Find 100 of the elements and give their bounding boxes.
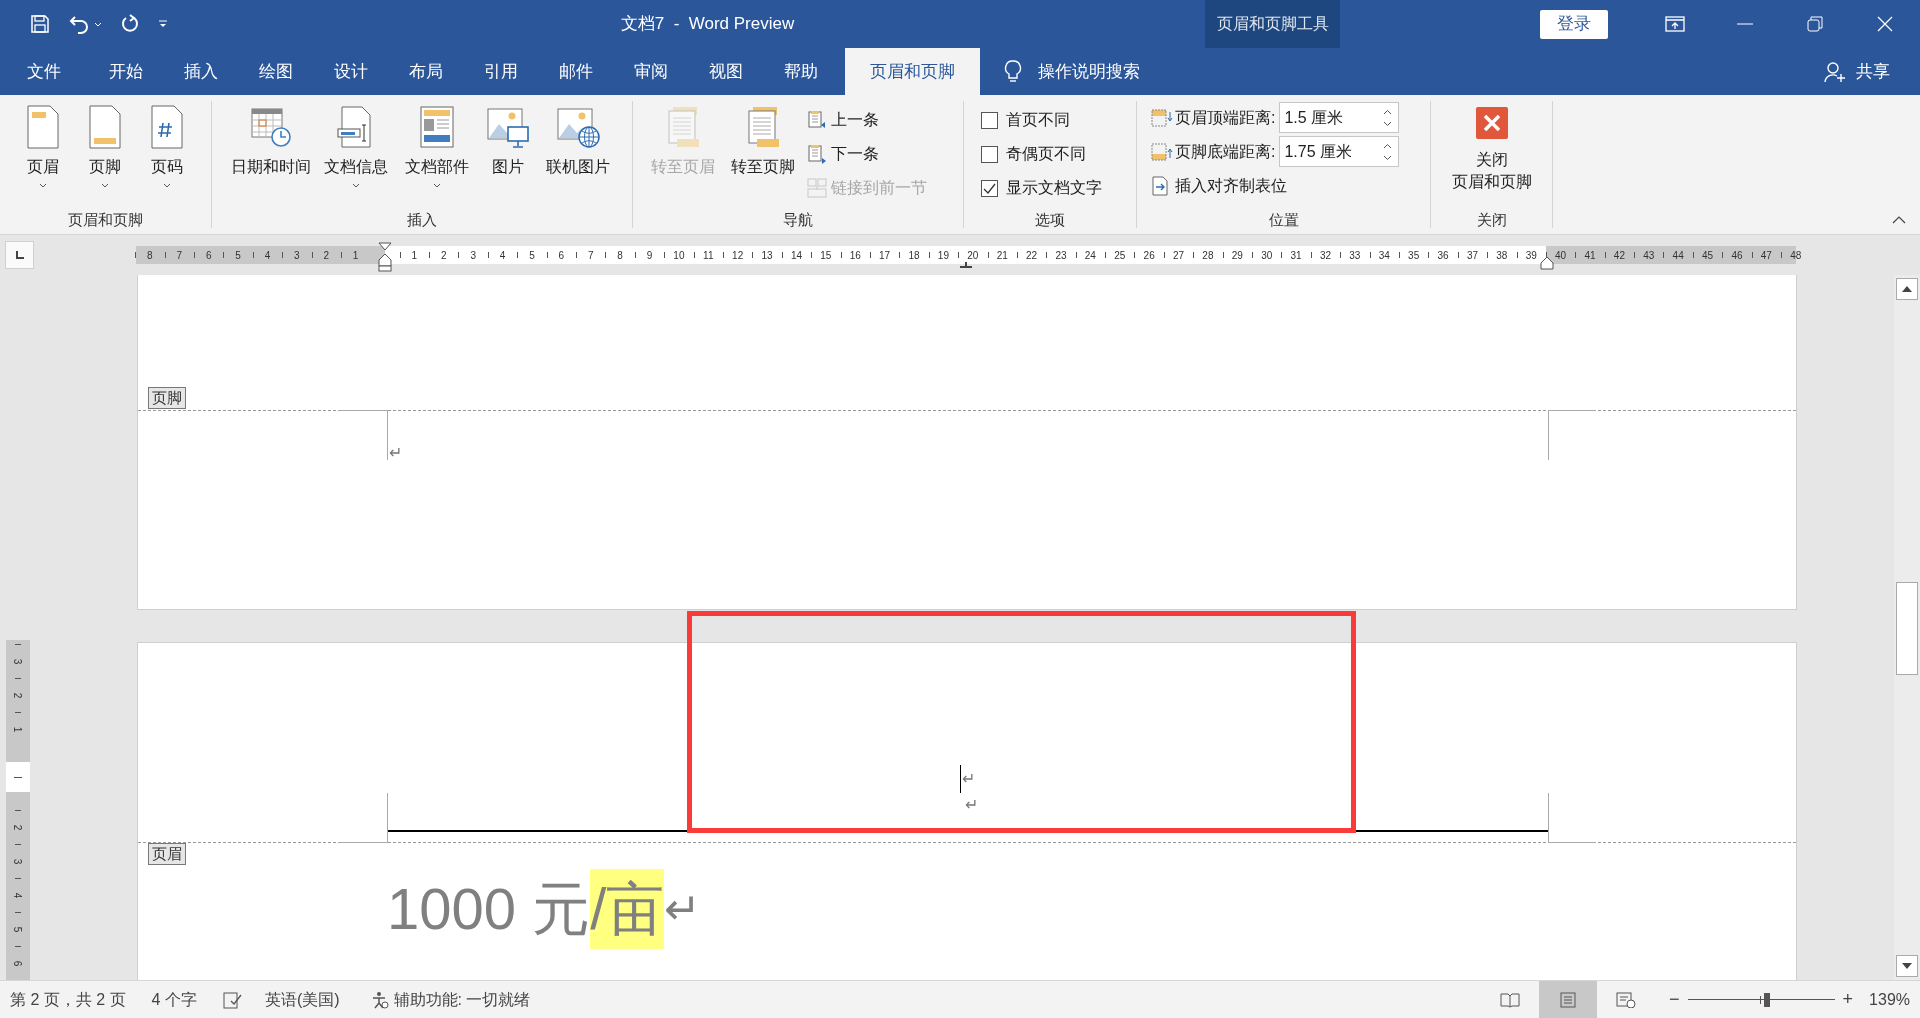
ribbon-tab[interactable]: 引用 xyxy=(463,48,538,95)
ruler-number: 45 xyxy=(1702,248,1714,263)
spin-arrows-icon[interactable] xyxy=(1383,141,1393,162)
ribbon-button[interactable]: 下一条 xyxy=(807,139,927,169)
ruler-number: 27 xyxy=(1172,248,1185,263)
login-button[interactable]: 登录 xyxy=(1540,9,1608,39)
page-icon xyxy=(1558,991,1579,1008)
ruler-number: 3 xyxy=(294,248,300,263)
ribbon-tab[interactable]: 邮件 xyxy=(538,48,613,95)
customize-toolbar-icon[interactable] xyxy=(158,20,168,28)
ruler-number: 9 xyxy=(646,248,653,263)
ruler-number: 33 xyxy=(1349,248,1361,263)
page-count[interactable]: 第 2 页，共 2 页 xyxy=(10,987,126,1012)
indent-marker-icon[interactable] xyxy=(378,242,392,272)
ribbon-button[interactable]: 图片 xyxy=(478,95,538,203)
text-cursor xyxy=(960,764,961,793)
proofing-icon[interactable] xyxy=(222,990,243,1009)
redo-icon[interactable] xyxy=(120,14,140,34)
ruler-number: 1 xyxy=(411,248,418,263)
scroll-down-icon[interactable] xyxy=(1902,963,1912,969)
ribbon-tab[interactable]: 审阅 xyxy=(613,48,688,95)
ribbon-button[interactable]: 文档部件 xyxy=(396,95,478,203)
ribbon-tab[interactable]: 插入 xyxy=(163,48,238,95)
checkbox[interactable] xyxy=(981,145,998,163)
ruler-number: 15 xyxy=(820,248,832,263)
online-picture-icon xyxy=(556,105,600,149)
paragraph-mark: ↵ xyxy=(965,795,978,815)
spinner-label: 页脚底端距离: xyxy=(1175,141,1276,162)
ruler-number: 46 xyxy=(1731,248,1743,263)
scroll-up-icon[interactable] xyxy=(1902,286,1912,292)
ribbon-tab[interactable]: 帮助 xyxy=(763,48,838,95)
checkbox[interactable] xyxy=(981,179,998,197)
group-title: 导航 xyxy=(783,209,813,230)
ruler-number: 12 xyxy=(732,248,744,263)
ruler-number: 35 xyxy=(1408,248,1420,263)
vertical-scrollbar[interactable] xyxy=(1894,275,1920,980)
undo-caret-icon xyxy=(94,21,102,27)
spin-field[interactable]: 1.75 厘米 xyxy=(1279,136,1400,167)
ribbon-button[interactable]: 页码 xyxy=(136,95,198,203)
accessibility-status[interactable]: 辅助功能: 一切就绪 xyxy=(393,987,531,1012)
tell-me-search[interactable]: 操作说明搜索 xyxy=(1038,58,1140,85)
ribbon-tab[interactable]: 设计 xyxy=(313,48,388,95)
ruler-number: 25 xyxy=(1114,248,1126,263)
share-button[interactable]: 共享 xyxy=(1856,58,1890,85)
ruler-number: 5 xyxy=(11,926,25,932)
ribbon-tab[interactable]: 文件 xyxy=(0,48,88,95)
scroll-thumb[interactable] xyxy=(1896,582,1918,675)
spin-field[interactable]: 1.5 厘米 xyxy=(1279,102,1400,133)
ribbon-tab[interactable]: 开始 xyxy=(88,48,163,95)
close-icon[interactable] xyxy=(1877,16,1893,32)
ribbon-button[interactable]: 文档信息 xyxy=(316,95,396,203)
spin-arrows-icon[interactable] xyxy=(1383,107,1393,128)
ruler-number: 43 xyxy=(1643,248,1655,263)
ruler-number: 8 xyxy=(617,248,623,263)
zoom-out-button[interactable]: − xyxy=(1669,986,1680,1013)
save-icon[interactable] xyxy=(30,14,50,34)
language[interactable]: 英语(美国) xyxy=(264,987,340,1012)
ribbon-tab[interactable]: 布局 xyxy=(388,48,463,95)
ruler-number: 42 xyxy=(1613,248,1625,263)
next-section-icon xyxy=(807,144,827,164)
word-count[interactable]: 4 个字 xyxy=(151,987,197,1012)
ribbon-button[interactable]: 页脚 xyxy=(74,95,136,203)
close-header-footer-button[interactable]: 关闭 页眉和页脚 xyxy=(1451,95,1532,206)
ruler-number: 19 xyxy=(937,248,949,263)
ruler-number: 11 xyxy=(703,248,714,263)
ruler-number: 21 xyxy=(996,248,1008,263)
center-tab-marker-icon[interactable] xyxy=(960,262,972,268)
ruler-number: 4 xyxy=(11,892,25,898)
ribbon-button[interactable]: 联机图片 xyxy=(538,95,618,203)
footer-distance-icon xyxy=(1151,141,1173,162)
ruler-number: 39 xyxy=(1525,248,1537,263)
restore-icon[interactable] xyxy=(1807,16,1823,32)
group-title: 位置 xyxy=(1268,209,1299,230)
zoom-slider[interactable] xyxy=(1687,992,1835,1007)
ribbon-tab[interactable]: 绘图 xyxy=(238,48,313,95)
zoom-percent[interactable]: 139% xyxy=(1869,987,1910,1012)
ribbon-button[interactable]: 页眉 xyxy=(12,95,74,203)
ruler-number: 2 xyxy=(323,248,329,263)
zoom-in-button[interactable]: + xyxy=(1842,986,1854,1013)
ribbon-button[interactable]: 日期和时间 xyxy=(226,95,316,203)
dropdown-caret-icon xyxy=(163,183,171,188)
collapse-ribbon-icon[interactable] xyxy=(1892,216,1906,224)
ruler-number: 4 xyxy=(264,248,271,263)
ribbon-tab[interactable]: 视图 xyxy=(688,48,763,95)
ribbon-button[interactable]: 插入对齐制表位 xyxy=(1151,170,1430,201)
ruler-number: 34 xyxy=(1378,248,1390,263)
undo-icon[interactable] xyxy=(68,14,90,34)
right-indent-marker-icon[interactable] xyxy=(1540,256,1554,270)
paragraph-mark: ↵ xyxy=(389,444,402,461)
zoom-slider-thumb[interactable] xyxy=(1763,992,1770,1007)
ruler-number: 18 xyxy=(908,248,920,263)
context-tab-group: 页眉和页脚工具 xyxy=(1205,0,1340,48)
paragraph-mark: ↵ xyxy=(962,768,975,789)
tab-selector[interactable] xyxy=(5,241,34,269)
checkbox[interactable] xyxy=(981,111,998,129)
ribbon-button[interactable]: 上一条 xyxy=(807,105,927,135)
ribbon-display-icon[interactable] xyxy=(1665,16,1685,32)
ribbon-tab[interactable]: 页眉和页脚 xyxy=(845,48,980,95)
header-distance-icon xyxy=(1151,107,1173,128)
ribbon-button[interactable]: 转至页脚 xyxy=(723,95,803,203)
